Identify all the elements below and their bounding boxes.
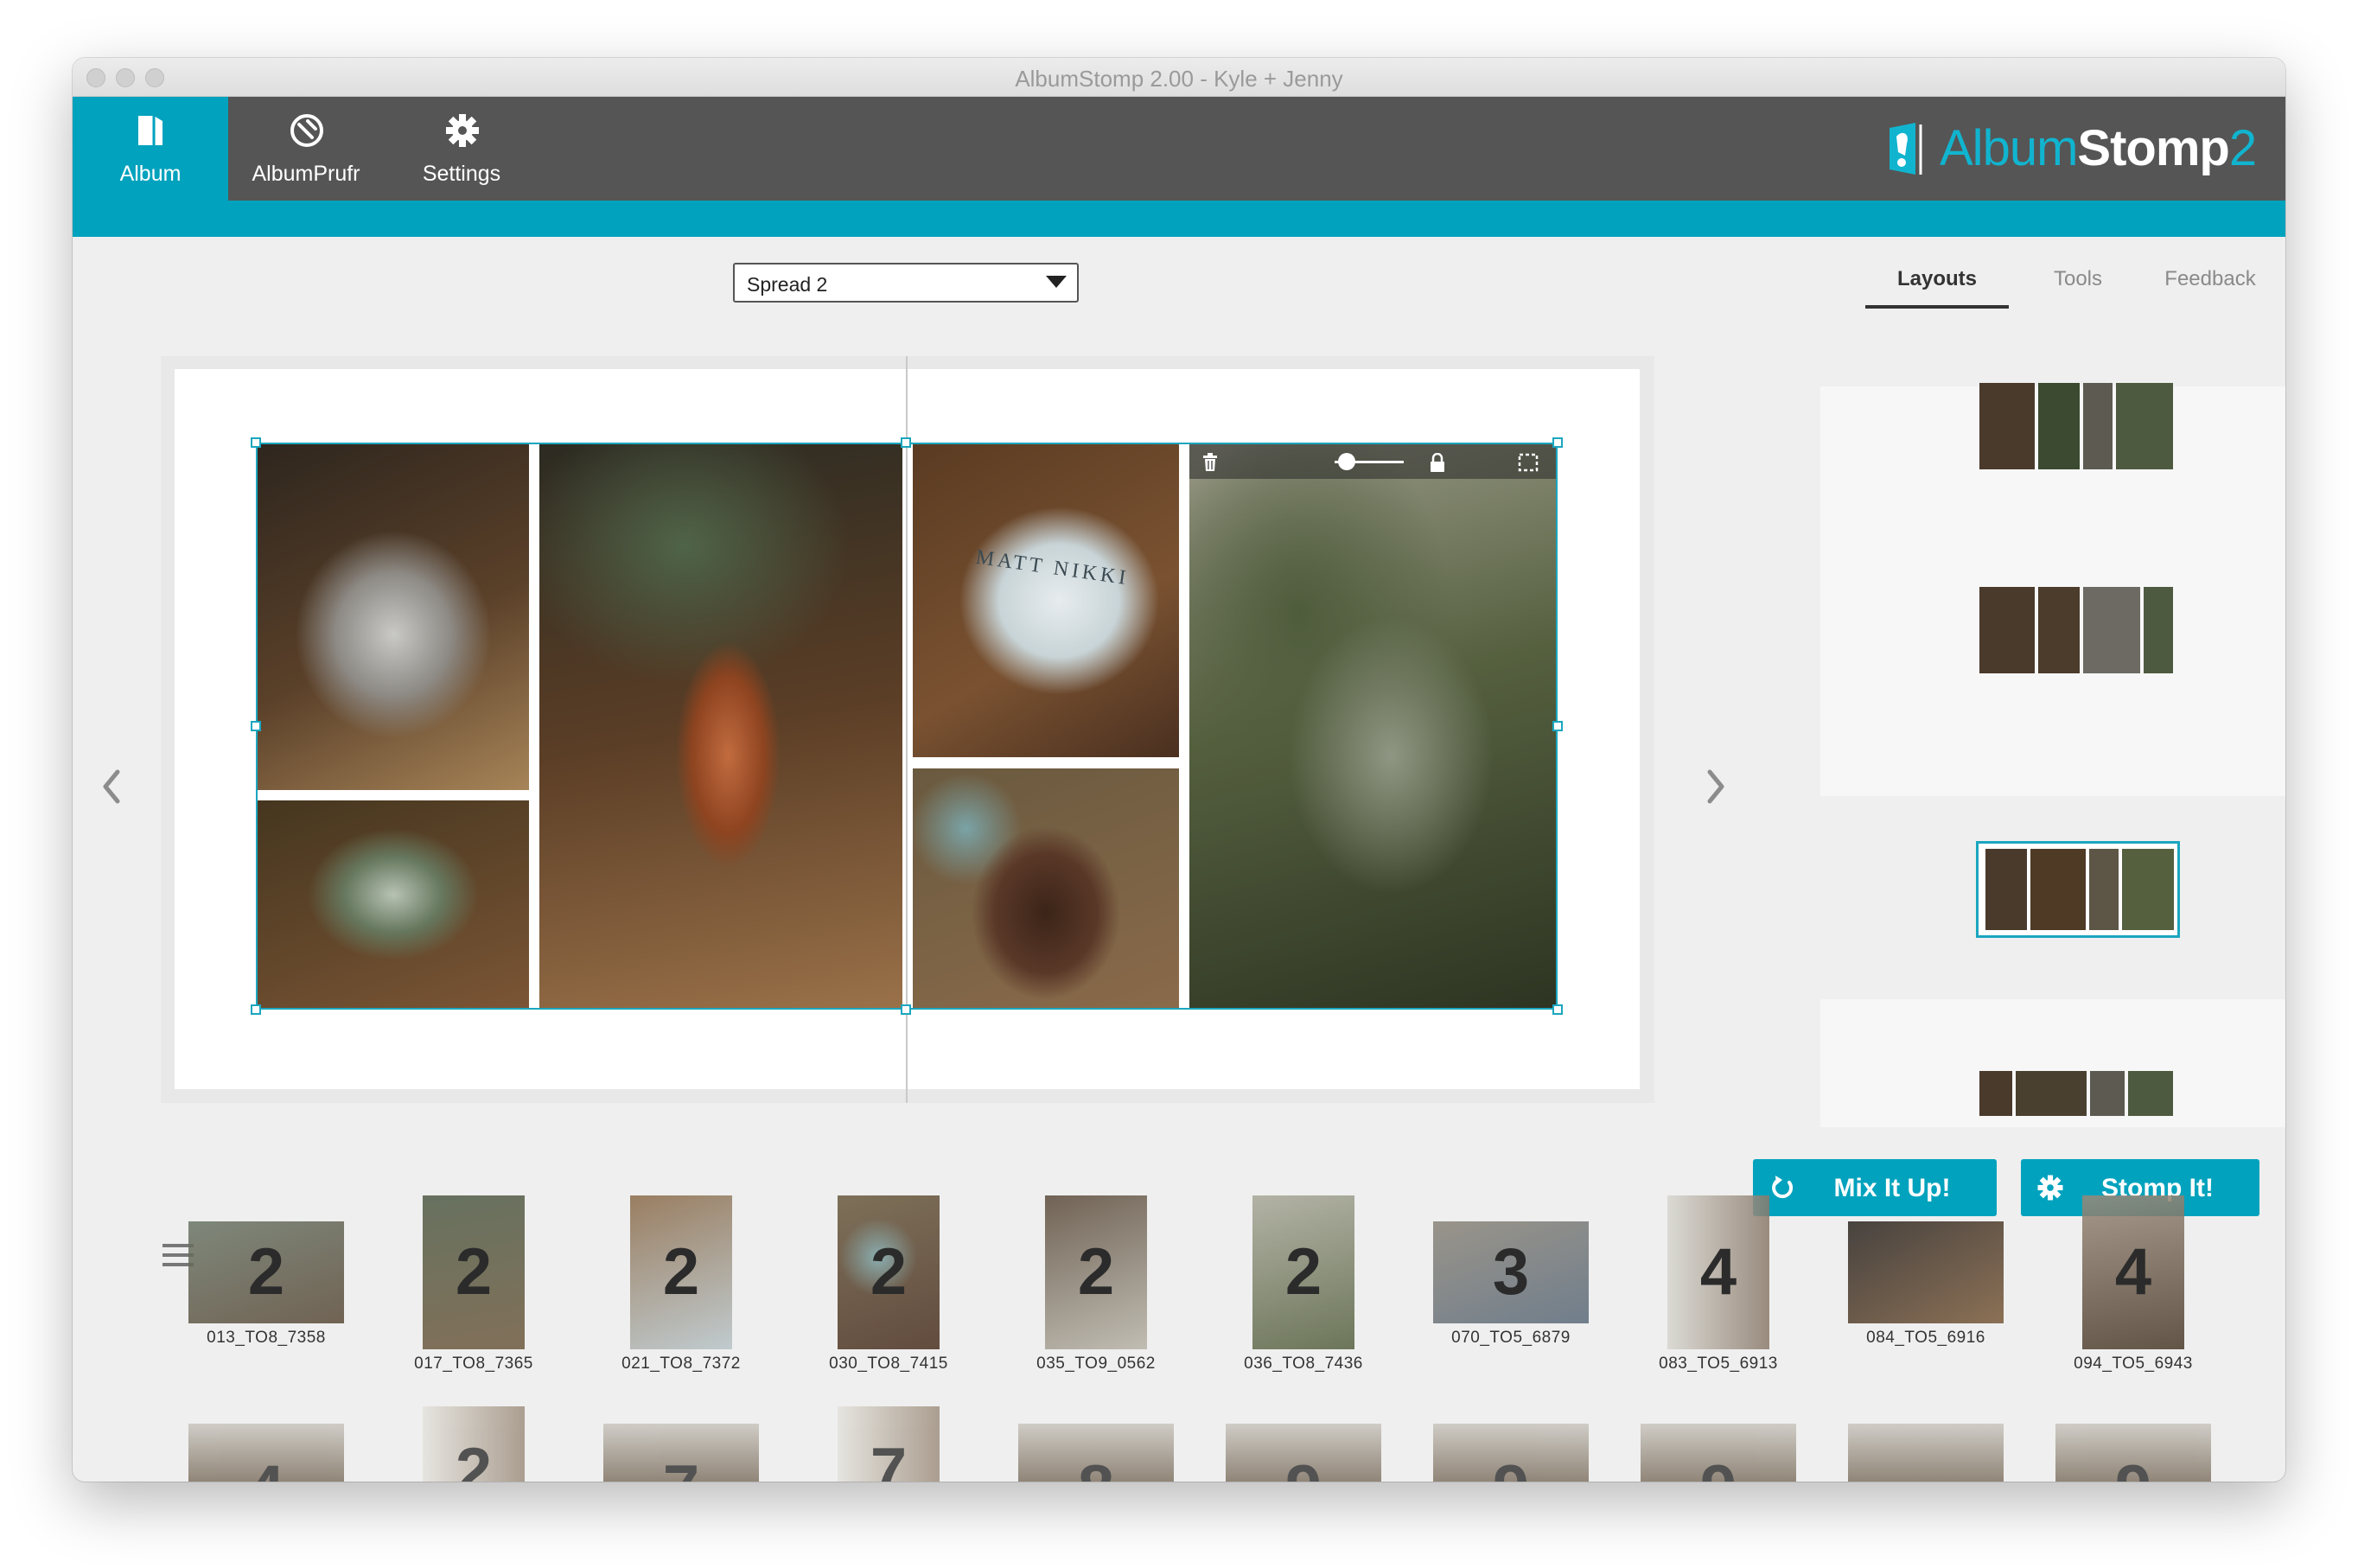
- usage-count-badge: 9: [2055, 1456, 2211, 1482]
- window-title: AlbumStomp 2.00 - Kyle + Jenny: [1015, 66, 1343, 92]
- thumbnail-filename: 017_TO8_7365: [414, 1354, 533, 1373]
- usage-count-badge: 2: [662, 1235, 700, 1309]
- layout-option-3-selected[interactable]: [1976, 841, 2180, 938]
- spread-select[interactable]: Spread 2: [733, 263, 1079, 303]
- resize-handle-bl[interactable]: [251, 1004, 261, 1015]
- resize-handle-br[interactable]: [1552, 1004, 1563, 1015]
- tab-tools[interactable]: Tools: [2017, 260, 2138, 309]
- layout-option-4[interactable]: [1979, 1071, 2173, 1116]
- filmstrip-thumbnail[interactable]: 9: [1226, 1424, 1381, 1482]
- main-toolbar: Album AlbumPrufr Settings AlbumStomp2: [73, 97, 2285, 201]
- settings-tab-label: Settings: [422, 162, 501, 186]
- right-panel-tabs: Layouts Tools Feedback: [1791, 260, 2256, 309]
- filmstrip-thumbnail[interactable]: 9: [1433, 1424, 1589, 1482]
- filmstrip-thumbnail[interactable]: 7: [838, 1406, 940, 1482]
- thumbnail-filename: 021_TO8_7372: [621, 1354, 741, 1373]
- app-window: AlbumStomp 2.00 - Kyle + Jenny Album Alb…: [73, 58, 2285, 1482]
- logo-mark-icon: [1890, 123, 1922, 175]
- album-icon: [138, 116, 163, 145]
- gear-icon: [446, 114, 479, 147]
- usage-count-badge: 2: [455, 1235, 493, 1309]
- filmstrip-thumbnail[interactable]: 2: [423, 1406, 525, 1482]
- albumstomp-logo: AlbumStomp2: [1886, 114, 2266, 183]
- usage-count-badge: 4: [2114, 1235, 2152, 1309]
- usage-count-badge: 2: [870, 1235, 908, 1309]
- usage-count-badge: 2: [455, 1435, 493, 1482]
- resize-handle-bc[interactable]: [901, 1004, 911, 1015]
- layout-option-2[interactable]: [1979, 587, 2173, 673]
- accent-strip: [73, 201, 2285, 237]
- albumprufr-tab-button[interactable]: AlbumPrufr: [228, 97, 384, 201]
- resize-handle-tl[interactable]: [251, 437, 261, 448]
- logo-text: AlbumStomp2: [1940, 120, 2257, 176]
- thumbnail-filename: 036_TO8_7436: [1244, 1354, 1363, 1373]
- next-spread-chevron-right-icon[interactable]: [1703, 765, 1729, 808]
- usage-count-badge: 7: [870, 1435, 908, 1482]
- usage-count-badge: 2: [1284, 1235, 1322, 1309]
- tab-feedback[interactable]: Feedback: [2145, 260, 2275, 309]
- mix-it-up-button[interactable]: Mix It Up!: [1753, 1159, 1997, 1216]
- usage-count-badge: 9: [1641, 1456, 1796, 1482]
- thumbnail-filename: 070_TO5_6879: [1451, 1329, 1571, 1347]
- resize-handle-mr[interactable]: [1552, 721, 1563, 731]
- filmstrip-thumbnail[interactable]: 9: [1641, 1424, 1796, 1482]
- album-tab-button[interactable]: Album: [73, 97, 228, 201]
- mix-it-up-label: Mix It Up!: [1833, 1174, 1951, 1202]
- filmstrip-thumbnail[interactable]: 8: [1018, 1424, 1174, 1482]
- previous-spread-chevron-left-icon[interactable]: [99, 765, 124, 808]
- chevron-down-icon: [1046, 276, 1067, 288]
- selection-frame: [256, 443, 1558, 1010]
- usage-count-badge: 3: [1492, 1235, 1530, 1309]
- filmstrip-thumbnail[interactable]: [1848, 1424, 2004, 1482]
- album-tab-label: Album: [119, 162, 182, 186]
- usage-count-badge: 4: [1699, 1235, 1737, 1309]
- usage-count-badge: 2: [247, 1235, 285, 1309]
- proof-icon: [290, 114, 323, 147]
- resize-handle-tc[interactable]: [901, 437, 911, 448]
- thumbnail-filename: 030_TO8_7415: [829, 1354, 948, 1373]
- thumbnail-image: [1848, 1221, 2004, 1323]
- thumbnail-filename: 094_TO5_6943: [2074, 1354, 2193, 1373]
- layout-option-1[interactable]: [1979, 383, 2173, 469]
- tab-layouts[interactable]: Layouts: [1865, 260, 2009, 309]
- usage-count-badge: 2: [1077, 1235, 1115, 1309]
- usage-count-badge: 9: [1226, 1456, 1381, 1482]
- usage-count-badge: 9: [1433, 1456, 1589, 1482]
- albumprufr-tab-label: AlbumPrufr: [252, 162, 360, 186]
- thumbnail-filename: 083_TO5_6913: [1659, 1354, 1778, 1373]
- resize-handle-ml[interactable]: [251, 721, 261, 731]
- spread-select-value: Spread 2: [747, 273, 828, 296]
- usage-count-badge: 7: [603, 1456, 759, 1482]
- usage-count-badge: 4: [188, 1456, 344, 1482]
- filmstrip-thumbnail[interactable]: 4: [188, 1424, 344, 1482]
- resize-handle-tr[interactable]: [1552, 437, 1563, 448]
- thumbnail-filename: 013_TO8_7358: [207, 1329, 326, 1347]
- thumbnail-filename: 035_TO9_0562: [1036, 1354, 1156, 1373]
- thumbnail-filename: 084_TO5_6916: [1866, 1329, 1985, 1347]
- usage-count-badge: 8: [1018, 1456, 1174, 1482]
- title-bar: AlbumStomp 2.00 - Kyle + Jenny: [73, 58, 2285, 97]
- filmstrip-thumbnail[interactable]: 9: [2055, 1424, 2211, 1482]
- settings-tab-button[interactable]: Settings: [384, 97, 539, 201]
- filmstrip-thumbnail[interactable]: 7: [603, 1424, 759, 1482]
